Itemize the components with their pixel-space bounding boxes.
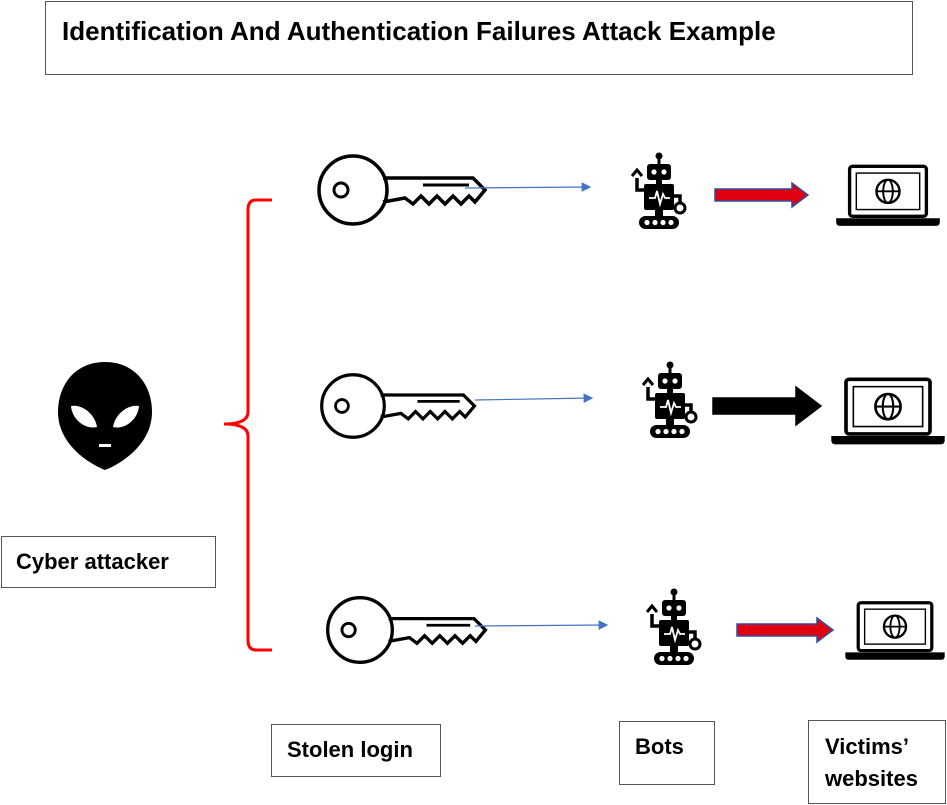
bots-label: Bots [619, 721, 715, 785]
cyber-attacker-label: Cyber attacker [1, 536, 216, 588]
victims-label-line: websites [825, 765, 918, 791]
laptop-globe-icon [843, 601, 947, 662]
flow-arrow [712, 385, 823, 427]
grouping-brace [223, 198, 272, 652]
laptop-globe-icon [829, 377, 947, 447]
alien-icon [58, 362, 152, 470]
robot-icon [645, 586, 702, 667]
key-icon [326, 596, 488, 664]
flow-arrow [714, 181, 810, 209]
robot-icon [630, 150, 687, 231]
flow-arrow [736, 616, 835, 644]
robot-icon [641, 359, 698, 440]
stolen-login-label: Stolen login [271, 724, 441, 777]
laptop-globe-icon [834, 164, 942, 228]
key-icon [317, 154, 487, 226]
victims-websites-label: Victims’ websites [808, 720, 946, 804]
connector-arrow [474, 393, 594, 403]
attack-diagram [58, 150, 947, 667]
victims-label-line: Victims’ [825, 734, 909, 759]
key-icon [320, 373, 477, 439]
connector-arrow [474, 620, 609, 630]
